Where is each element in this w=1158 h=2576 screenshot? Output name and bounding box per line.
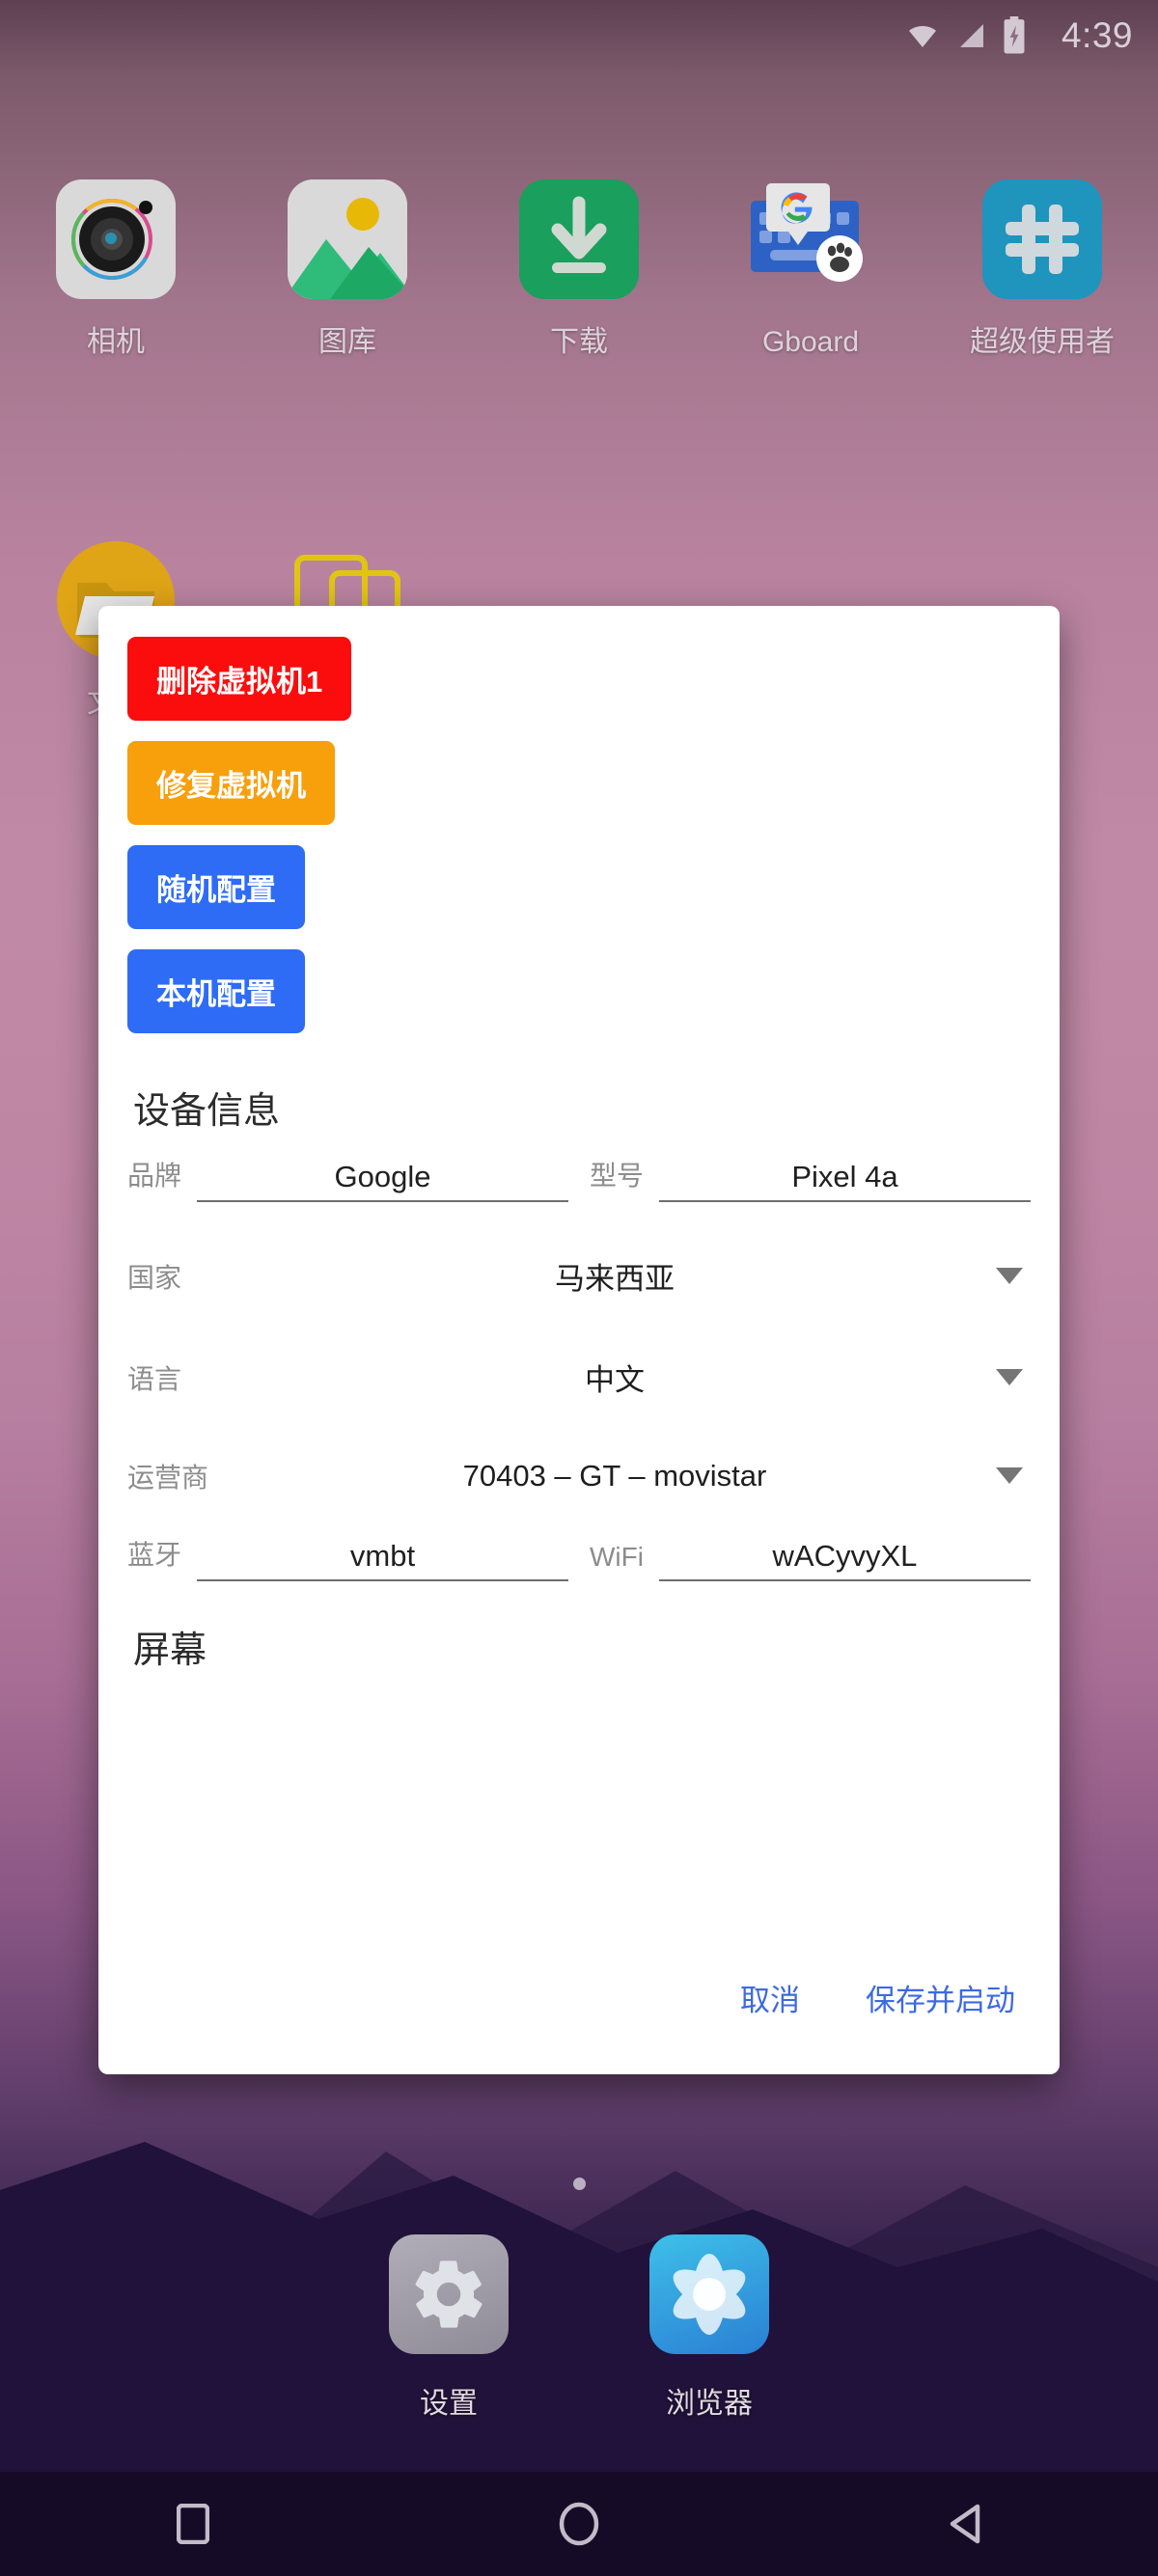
bluetooth-field[interactable]: 蓝牙 vmbt — [127, 1534, 568, 1581]
vm-config-dialog: 删除虚拟机1 修复虚拟机 随机配置 本机配置 设备信息 品牌 Google 型号… — [98, 606, 1060, 2074]
app-label: 下载 — [550, 326, 608, 358]
carrier-select[interactable]: 运营商 70403 – GT – movistar — [127, 1438, 1031, 1515]
recents-button[interactable] — [135, 2472, 251, 2576]
language-label: 语言 — [127, 1363, 182, 1394]
country-label: 国家 — [127, 1262, 182, 1293]
app-gallery[interactable]: 图库 — [232, 172, 463, 361]
dock-label: 浏览器 — [666, 2388, 753, 2420]
battery-charging-icon — [1002, 16, 1027, 55]
model-label: 型号 — [590, 1161, 645, 1191]
language-value: 中文 — [585, 1363, 645, 1397]
carrier-value: 70403 – GT – movistar — [462, 1459, 767, 1493]
app-label: 相机 — [87, 326, 145, 358]
dock-item-settings[interactable]: 设置 — [333, 2234, 565, 2422]
status-bar: 4:39 — [0, 0, 1158, 71]
home-button[interactable] — [521, 2472, 637, 2576]
wifi-label: WiFi — [590, 1542, 644, 1572]
app-download[interactable]: 下载 — [463, 172, 695, 361]
dialog-action-bar: 取消 保存并启动 — [98, 1959, 1060, 2074]
cancel-button[interactable]: 取消 — [734, 1966, 806, 2029]
dock-item-browser[interactable]: 浏览器 — [593, 2234, 825, 2422]
bluetooth-label: 蓝牙 — [127, 1540, 182, 1570]
language-select[interactable]: 语言 中文 — [127, 1336, 1031, 1418]
dialog-body: 删除虚拟机1 修复虚拟机 随机配置 本机配置 设备信息 品牌 Google 型号… — [98, 606, 1060, 1959]
quick-actions-group: 删除虚拟机1 修复虚拟机 随机配置 本机配置 — [127, 637, 1031, 1054]
delete-vm-button[interactable]: 删除虚拟机1 — [127, 637, 352, 721]
carrier-label: 运营商 — [127, 1463, 209, 1493]
local-config-button[interactable]: 本机配置 — [127, 949, 305, 1033]
app-gboard[interactable]: Gboard — [695, 172, 926, 361]
chevron-down-icon[interactable] — [988, 1368, 1031, 1386]
wifi-input[interactable]: wACyvyXL — [658, 1539, 1031, 1581]
settings-gear-icon — [389, 2234, 509, 2354]
app-label: Gboard — [761, 326, 860, 358]
home-app-grid-row1: 相机 图库 下载 Gboard 超级使用者 — [0, 172, 1158, 361]
signal-icon — [955, 20, 988, 51]
model-value: Pixel 4a — [791, 1160, 898, 1193]
download-icon — [519, 179, 639, 299]
page-dot — [572, 2178, 586, 2190]
android-home-screen: 4:39 相机 图库 下载 Gboard 超级使用者 设置 浏览器 删除虚拟机1… — [0, 0, 1158, 2576]
superuser-hash-icon — [982, 179, 1102, 299]
country-value: 马来西亚 — [555, 1262, 675, 1296]
page-indicator — [0, 2178, 1158, 2190]
browser-atom-icon — [649, 2234, 769, 2354]
app-label: 超级使用者 — [970, 326, 1115, 358]
wifi-icon — [903, 20, 942, 51]
camera-icon — [56, 179, 176, 299]
back-button[interactable] — [907, 2472, 1023, 2576]
brand-model-row: 品牌 Google 型号 Pixel 4a — [127, 1155, 1031, 1202]
gboard-keyboard-icon — [751, 179, 870, 299]
brand-field[interactable]: 品牌 Google — [127, 1155, 568, 1202]
app-label: 图库 — [318, 326, 376, 358]
model-field[interactable]: 型号 Pixel 4a — [590, 1155, 1031, 1202]
model-input[interactable]: Pixel 4a — [659, 1160, 1031, 1202]
bluetooth-wifi-row: 蓝牙 vmbt WiFi wACyvyXL — [127, 1534, 1031, 1581]
country-select[interactable]: 国家 马来西亚 — [127, 1235, 1031, 1317]
chevron-down-icon[interactable] — [988, 1467, 1031, 1485]
screen-section-title: 屏幕 — [133, 1631, 207, 1671]
dock-label: 设置 — [420, 2388, 478, 2420]
repair-vm-button[interactable]: 修复虚拟机 — [127, 741, 335, 825]
gallery-icon — [288, 179, 407, 299]
wifi-field[interactable]: WiFi wACyvyXL — [590, 1539, 1031, 1581]
bluetooth-input[interactable]: vmbt — [197, 1539, 568, 1581]
chevron-down-icon[interactable] — [988, 1267, 1031, 1285]
app-camera[interactable]: 相机 — [0, 172, 232, 361]
wifi-value: wACyvyXL — [772, 1539, 918, 1573]
device-info-title: 设备信息 — [133, 1091, 281, 1132]
app-superuser[interactable]: 超级使用者 — [926, 172, 1158, 361]
brand-input[interactable]: Google — [197, 1160, 568, 1202]
bluetooth-value: vmbt — [349, 1539, 416, 1573]
random-config-button[interactable]: 随机配置 — [127, 845, 305, 929]
status-bar-clock: 4:39 — [1061, 15, 1133, 55]
home-dock: 设置 浏览器 — [0, 2234, 1158, 2422]
navigation-bar — [0, 2472, 1158, 2576]
brand-value: Google — [334, 1160, 431, 1193]
save-and-start-button[interactable]: 保存并启动 — [860, 1966, 1021, 2029]
brand-label: 品牌 — [127, 1161, 182, 1191]
